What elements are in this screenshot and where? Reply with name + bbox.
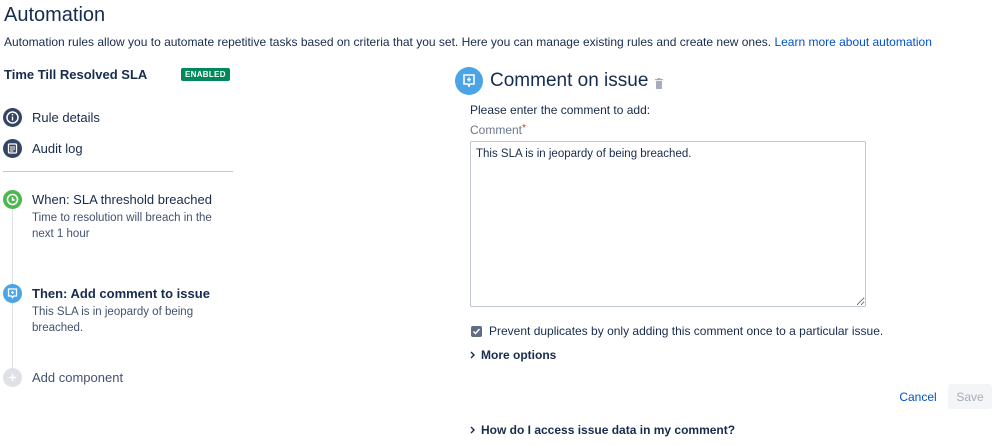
step-title: Then: Add comment to issue	[32, 286, 210, 301]
comment-label-text: Comment	[470, 123, 523, 137]
add-component-label: Add component	[32, 370, 124, 385]
panel-comment-icon	[455, 67, 483, 95]
help-expander[interactable]: How do I access issue data in my comment…	[470, 423, 735, 437]
chevron-right-icon	[470, 348, 475, 362]
chevron-right-icon	[470, 423, 475, 437]
more-options-label: More options	[481, 348, 557, 362]
required-mark: *	[522, 123, 526, 134]
comment-textarea[interactable]: This SLA is in jeopardy of being breache…	[470, 141, 866, 307]
prevent-duplicates-row[interactable]: Prevent duplicates by only adding this c…	[471, 324, 883, 338]
status-badge: ENABLED	[181, 68, 230, 81]
info-icon	[3, 108, 22, 127]
trash-icon[interactable]	[654, 76, 664, 94]
prevent-duplicates-checkbox[interactable]	[471, 325, 482, 337]
cancel-button[interactable]: Cancel	[893, 384, 943, 409]
plus-icon	[3, 368, 22, 387]
page-title: Automation	[4, 4, 106, 26]
sidebar-item-audit-log[interactable]: Audit log	[3, 139, 83, 158]
comment-prompt: Please enter the comment to add:	[470, 103, 651, 117]
sidebar-item-rule-details[interactable]: Rule details	[3, 108, 100, 127]
prevent-duplicates-label: Prevent duplicates by only adding this c…	[489, 324, 884, 338]
step-title: When: SLA threshold breached	[32, 192, 212, 207]
save-button[interactable]: Save	[948, 384, 992, 409]
learn-more-link[interactable]: Learn more about automation	[774, 35, 931, 49]
help-expander-label: How do I access issue data in my comment…	[481, 423, 736, 437]
page-description: Automation rules allow you to automate r…	[4, 35, 932, 49]
comment-icon	[3, 284, 22, 303]
comment-field-label: Comment*	[470, 123, 526, 137]
step-description: This SLA is in jeopardy of being breache…	[32, 306, 194, 334]
step-description: Time to resolution will breach in the ne…	[32, 212, 212, 240]
more-options-expander[interactable]: More options	[470, 348, 556, 362]
sidebar-divider	[3, 171, 233, 172]
sidebar-item-label: Audit log	[32, 141, 83, 156]
description-text: Automation rules allow you to automate r…	[4, 35, 775, 49]
clock-icon	[3, 190, 22, 209]
list-icon	[3, 139, 22, 158]
rule-name: Time Till Resolved SLA	[4, 67, 148, 82]
panel-title: Comment on issue	[490, 70, 649, 91]
sidebar-item-label: Rule details	[32, 110, 100, 125]
